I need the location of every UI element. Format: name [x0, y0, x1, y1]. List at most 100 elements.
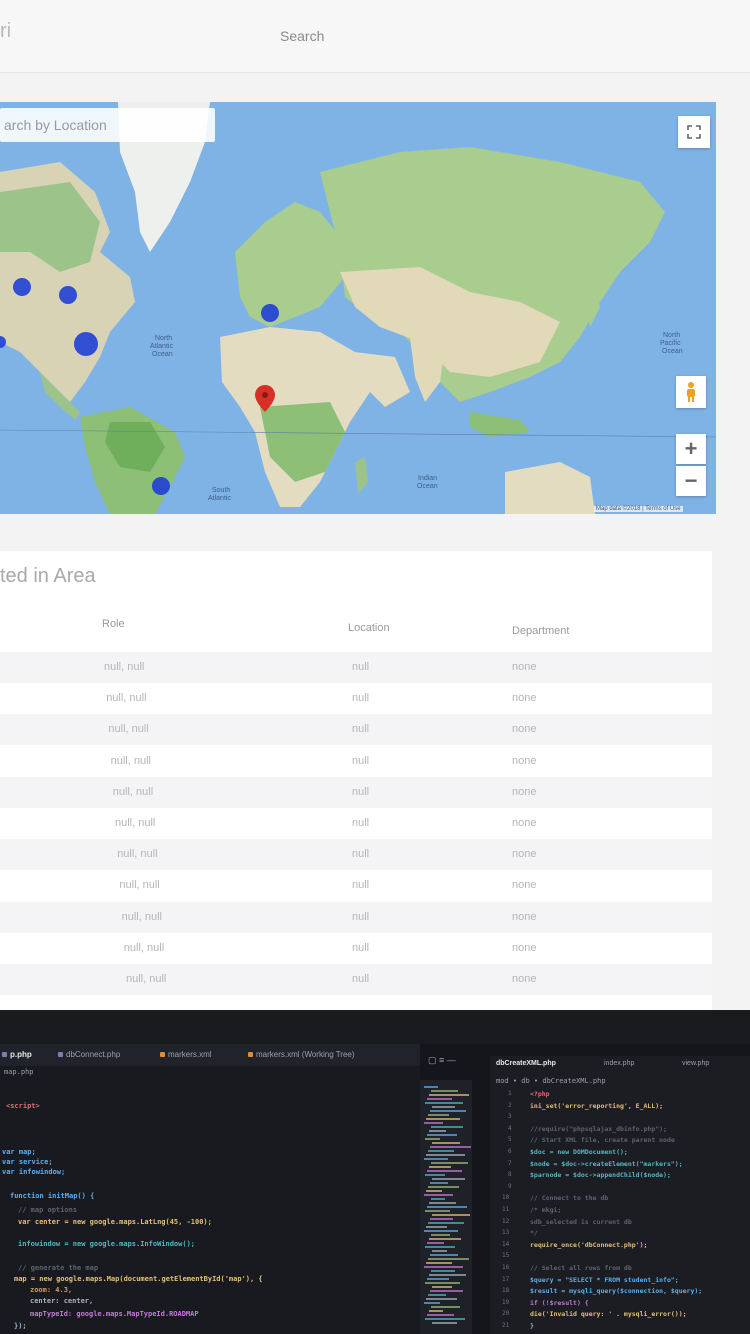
editor-tab[interactable]: dbConnect.php: [58, 1050, 120, 1059]
table-row[interactable]: null, null null none: [0, 683, 712, 715]
code-line[interactable]: <script>: [6, 1102, 40, 1110]
table-row[interactable]: null, null null none: [0, 870, 712, 902]
code-line[interactable]: infowindow = new google.maps.InfoWindow(…: [18, 1240, 195, 1248]
code-line[interactable]: /* mkgi;: [530, 1206, 561, 1214]
minimap-line: [430, 1146, 471, 1148]
table-row[interactable]: null, null null none: [0, 714, 712, 746]
code-line[interactable]: // Start XML file, create parent node: [530, 1136, 675, 1144]
editor-tab[interactable]: p.php: [2, 1050, 32, 1059]
code-line[interactable]: var map;: [2, 1148, 36, 1156]
zoom-in-button[interactable]: +: [676, 434, 706, 464]
code-line[interactable]: //require("phpsqlajax_dbinfo.php");: [530, 1125, 667, 1133]
line-number: 12: [502, 1217, 510, 1225]
code-line[interactable]: $doc = new DOMDocument();: [530, 1148, 628, 1156]
code-line[interactable]: */: [530, 1229, 538, 1237]
line-number: 19: [502, 1298, 510, 1306]
code-line[interactable]: map = new google.maps.Map(document.getEl…: [14, 1275, 263, 1283]
minimap-line: [429, 1310, 443, 1312]
right-editor-tab[interactable]: dbCreateXML.php: [496, 1060, 556, 1067]
pegman-icon[interactable]: [676, 376, 706, 408]
code-line[interactable]: center: center,: [30, 1297, 93, 1305]
minimap-line: [428, 1150, 454, 1152]
zoom-out-button[interactable]: −: [676, 466, 706, 496]
code-line[interactable]: var center = new google.maps.LatLng(45, …: [18, 1218, 212, 1226]
table-row[interactable]: null, null null none: [0, 776, 712, 808]
brand-logo[interactable]: ri: [0, 20, 11, 43]
code-line[interactable]: <?php: [530, 1090, 550, 1098]
line-number: 6: [508, 1148, 512, 1155]
minimap-line: [426, 1190, 442, 1192]
minimap-line: [431, 1126, 463, 1128]
fullscreen-icon[interactable]: [678, 116, 710, 148]
table-row[interactable]: null, null null none: [0, 745, 712, 777]
code-line[interactable]: $query = "SELECT * FROM student_info";: [530, 1276, 679, 1284]
location-marker: [152, 477, 170, 495]
table-row[interactable]: null, null null none: [0, 808, 712, 839]
editor-tab-label: p.php: [10, 1050, 32, 1059]
cell-location: null: [352, 723, 370, 736]
right-editor-tab[interactable]: view.php: [682, 1060, 709, 1067]
ocean-label-south-atlantic: South Atlantic: [208, 487, 231, 502]
column-header-location[interactable]: Location: [348, 622, 390, 634]
cell-department: none: [512, 910, 537, 923]
code-line[interactable]: require_once('dbConnect.php');: [530, 1241, 647, 1249]
table-row[interactable]: null, null null none: [0, 964, 712, 995]
line-number: 17: [502, 1275, 510, 1283]
panel-title: ted in Area: [0, 565, 96, 587]
location-marker: [59, 286, 77, 304]
editor-tab[interactable]: markers.xml (Working Tree): [248, 1050, 355, 1059]
editor-tab-label: dbConnect.php: [66, 1050, 121, 1059]
right-breadcrumb[interactable]: mod • db • dbCreateXML.php: [496, 1077, 606, 1085]
line-number: 18: [502, 1287, 510, 1295]
code-line[interactable]: ini_set('error_reporting', E_ALL);: [530, 1102, 663, 1110]
code-line[interactable]: die('Invalid query: ' . mysqli_error());: [530, 1310, 687, 1318]
map-attribution[interactable]: Map data ©2018 | Terms of Use: [594, 506, 683, 512]
code-line[interactable]: $node = $doc->createElement("markers");: [530, 1160, 683, 1168]
minimap-line: [427, 1134, 457, 1136]
line-number: 4: [508, 1124, 512, 1132]
cell-department: none: [512, 754, 537, 767]
code-line[interactable]: });: [14, 1322, 27, 1330]
cell-location: null: [352, 973, 370, 985]
column-header-role[interactable]: Role: [102, 618, 125, 630]
table-row[interactable]: null, null null none: [0, 839, 712, 871]
table-row[interactable]: null, null null none: [0, 932, 712, 964]
nav-search-link[interactable]: Search: [280, 28, 324, 44]
code-line[interactable]: var infowindow;: [2, 1168, 65, 1176]
cell-role: null, null: [106, 692, 147, 705]
code-line[interactable]: var service;: [2, 1158, 53, 1166]
minimap-line: [424, 1302, 440, 1304]
right-editor-tab[interactable]: index.php: [604, 1060, 634, 1067]
minimap-line: [427, 1170, 462, 1172]
code-line[interactable]: sdb_selected is current db: [530, 1218, 632, 1226]
table-row[interactable]: null, null null none: [0, 901, 712, 933]
minimap-line: [426, 1226, 447, 1228]
line-number: 1: [508, 1090, 512, 1097]
world-map[interactable]: North Atlantic Ocean South Atlantic Indian O…: [0, 102, 716, 514]
cell-role: null, null: [126, 973, 167, 985]
line-number: 8: [508, 1171, 512, 1179]
code-line[interactable]: mapTypeId: google.maps.MapTypeId.ROADMAP: [30, 1310, 199, 1318]
table-row[interactable]: null, null null none: [0, 652, 712, 683]
minimap-line: [428, 1186, 459, 1188]
split-pane-icons[interactable]: ▢ ≡ —: [428, 1055, 456, 1066]
code-line[interactable]: }: [530, 1322, 534, 1330]
code-line[interactable]: $parnode = $doc->appendChild($node);: [530, 1171, 671, 1179]
code-line[interactable]: // Select all rows from db: [530, 1264, 632, 1272]
map-canvas[interactable]: North Atlantic Ocean South Atlantic Indian O…: [0, 102, 716, 514]
minimap-line: [429, 1238, 461, 1240]
map-search-input[interactable]: arch by Location: [0, 108, 215, 142]
code-line[interactable]: zoom: 4.3,: [30, 1286, 72, 1294]
editor-breadcrumb[interactable]: map.php: [4, 1068, 34, 1076]
minimap-line: [429, 1166, 451, 1168]
code-line[interactable]: // generate the map: [18, 1264, 98, 1272]
column-header-department[interactable]: Department: [512, 625, 569, 637]
code-line[interactable]: // map options: [18, 1206, 77, 1214]
code-line[interactable]: if (!$result) {: [530, 1299, 589, 1307]
code-line[interactable]: function initMap() {: [10, 1192, 94, 1200]
code-line[interactable]: // Connect to the db: [530, 1194, 608, 1202]
minimap-line: [428, 1258, 469, 1260]
code-line[interactable]: $result = mysqli_query($connection, $que…: [530, 1287, 702, 1295]
minimap-line: [430, 1254, 458, 1256]
editor-tab[interactable]: markers.xml: [160, 1050, 212, 1059]
